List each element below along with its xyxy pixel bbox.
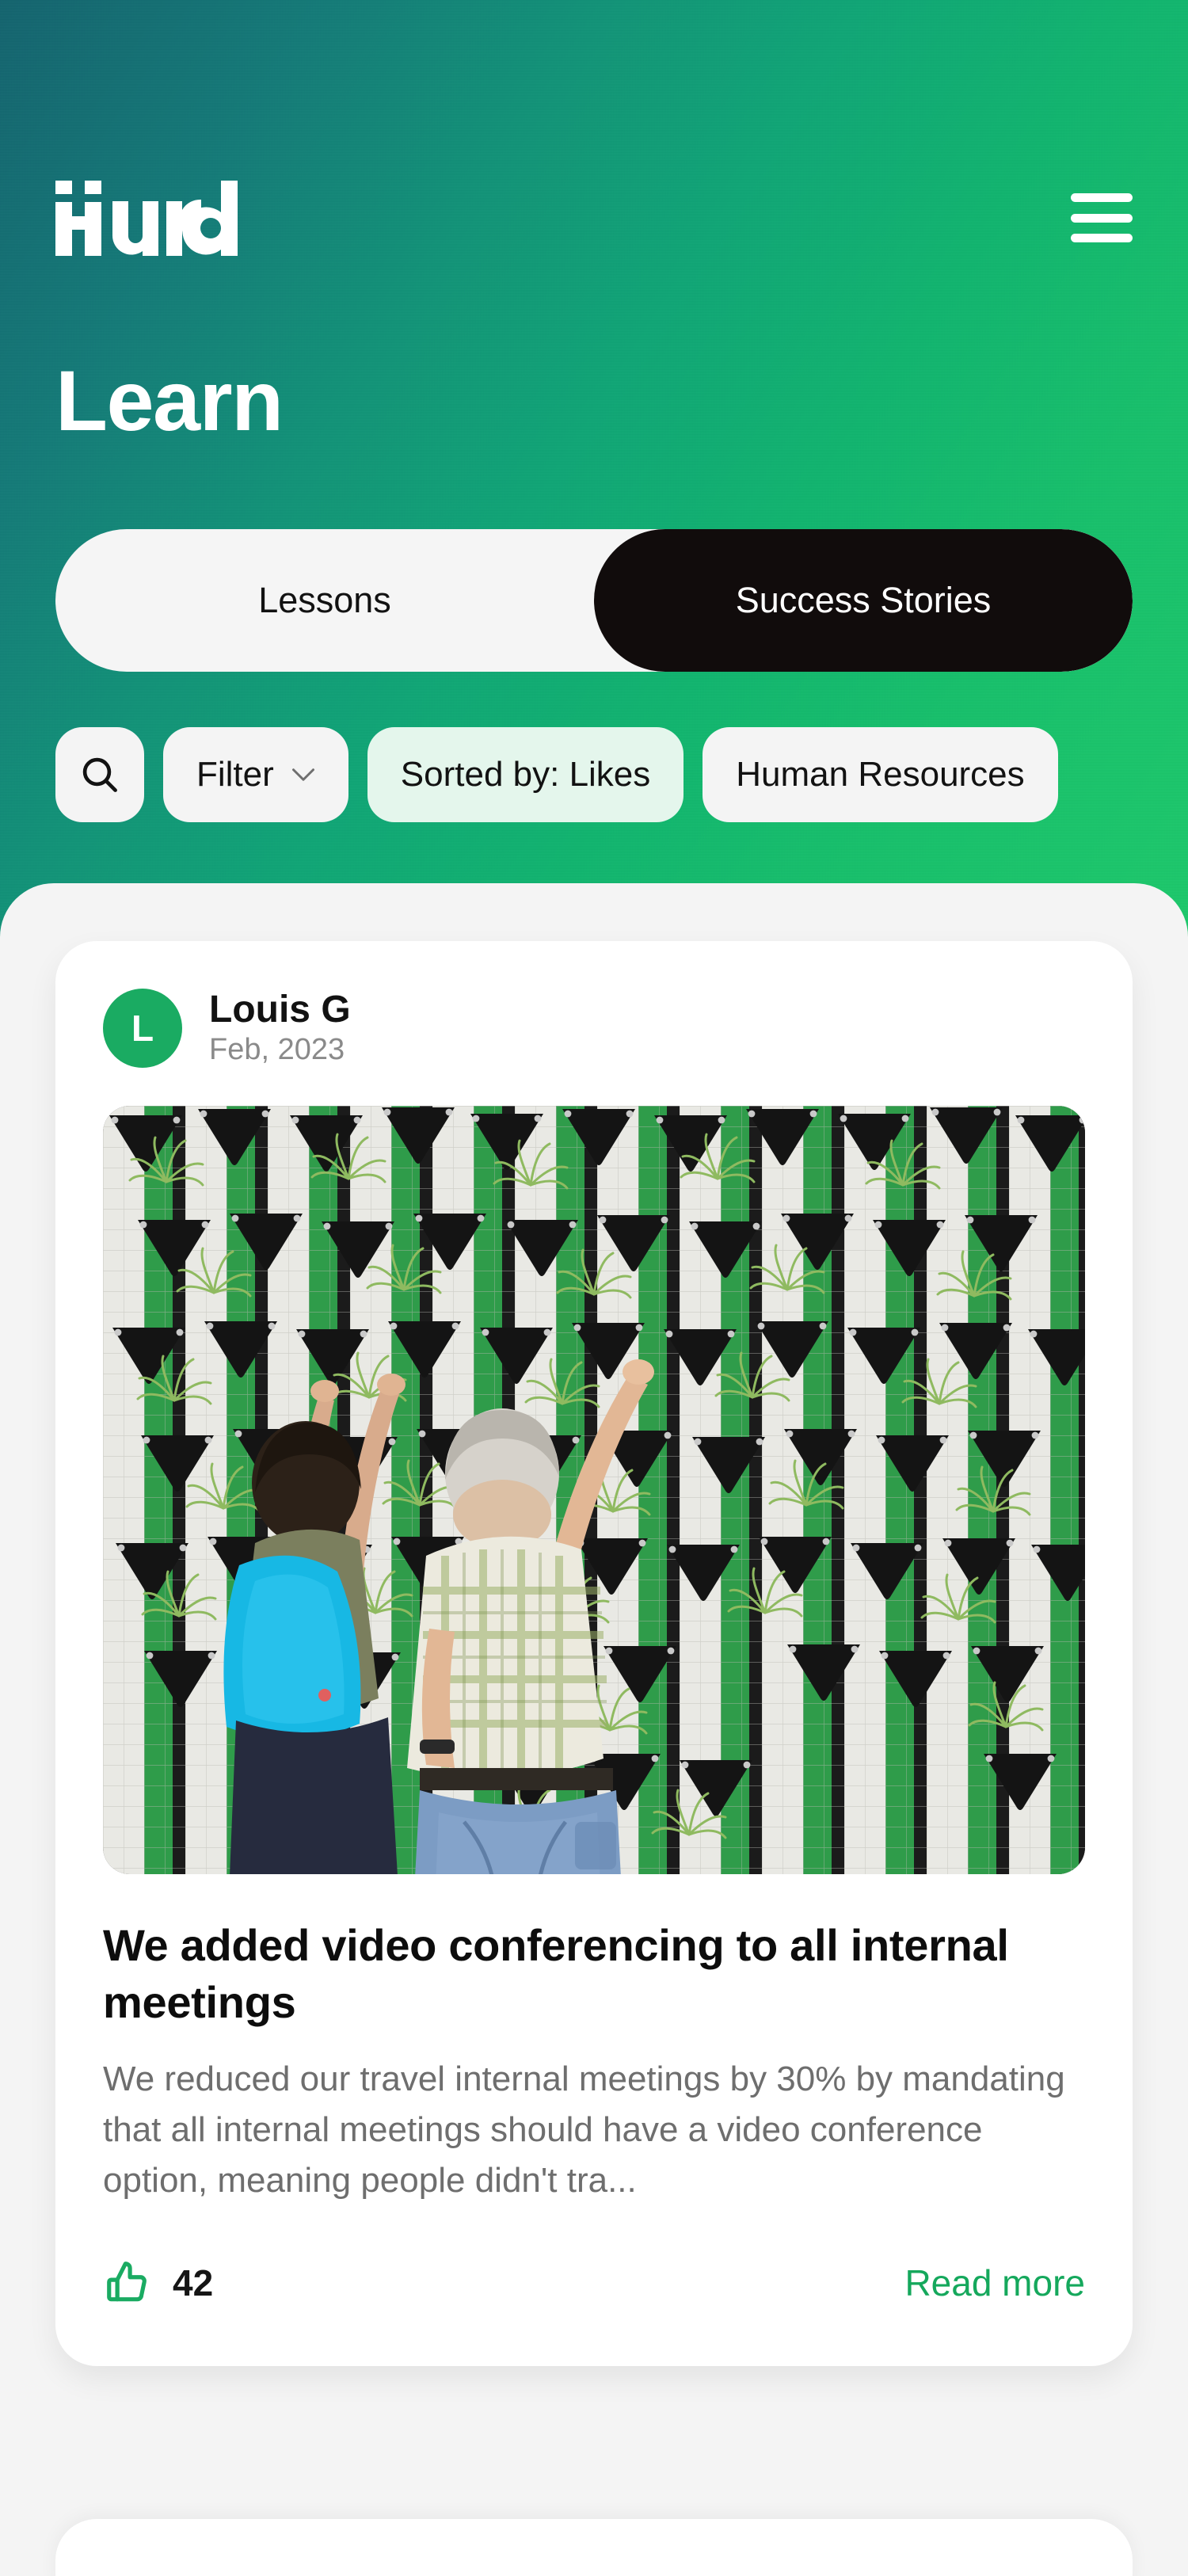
like-button[interactable]: 42 [103, 2258, 213, 2307]
search-button[interactable] [55, 727, 144, 822]
story-title: We added video conferencing to all inter… [103, 1920, 1009, 2027]
like-count: 42 [173, 2262, 214, 2304]
hamburger-bar-1 [1071, 193, 1133, 202]
read-more-link[interactable]: Read more [904, 2262, 1085, 2304]
filter-dropdown[interactable]: Filter [163, 727, 348, 822]
tab-lessons[interactable]: Lessons [55, 529, 594, 672]
filter-label: Filter [196, 755, 274, 794]
category-chip-label: Human Resources [736, 755, 1025, 794]
hamburger-bar-3 [1071, 234, 1133, 242]
story-image [103, 1106, 1085, 1874]
page-title: Learn [55, 352, 284, 448]
story-card-header: L Louis G Feb, 2023 [103, 979, 1085, 1077]
story-date: Feb, 2023 [209, 1033, 345, 1067]
hurd-logo[interactable] [55, 180, 238, 256]
category-chip-human-resources[interactable]: Human Resources [703, 727, 1058, 822]
thumbs-up-icon [103, 2258, 152, 2307]
app-root: Learn Lessons Success Stories Filter Sor… [0, 0, 1188, 2576]
hamburger-menu-icon[interactable] [1071, 193, 1133, 242]
tab-switcher: Lessons Success Stories [55, 529, 1133, 672]
filter-bar: Filter Sorted by: Likes Human Resources [55, 727, 1188, 822]
author-name: Louis G [209, 988, 351, 1031]
chevron-down-icon [291, 768, 315, 782]
sort-chip[interactable]: Sorted by: Likes [367, 727, 684, 822]
story-card-footer: 42 Read more [103, 2247, 1085, 2319]
author-block: Louis G Feb, 2023 [209, 988, 351, 1067]
search-icon [78, 753, 122, 797]
story-description: We reduced our travel internal meetings … [103, 2060, 1065, 2200]
avatar: L [103, 989, 182, 1068]
top-bar [0, 166, 1188, 269]
hamburger-bar-2 [1071, 213, 1133, 223]
sort-chip-label: Sorted by: Likes [400, 755, 651, 794]
next-story-card-peek[interactable] [55, 2519, 1133, 2576]
story-card[interactable]: L Louis G Feb, 2023 We added video confe… [55, 941, 1133, 2366]
tab-success-stories[interactable]: Success Stories [594, 529, 1133, 672]
